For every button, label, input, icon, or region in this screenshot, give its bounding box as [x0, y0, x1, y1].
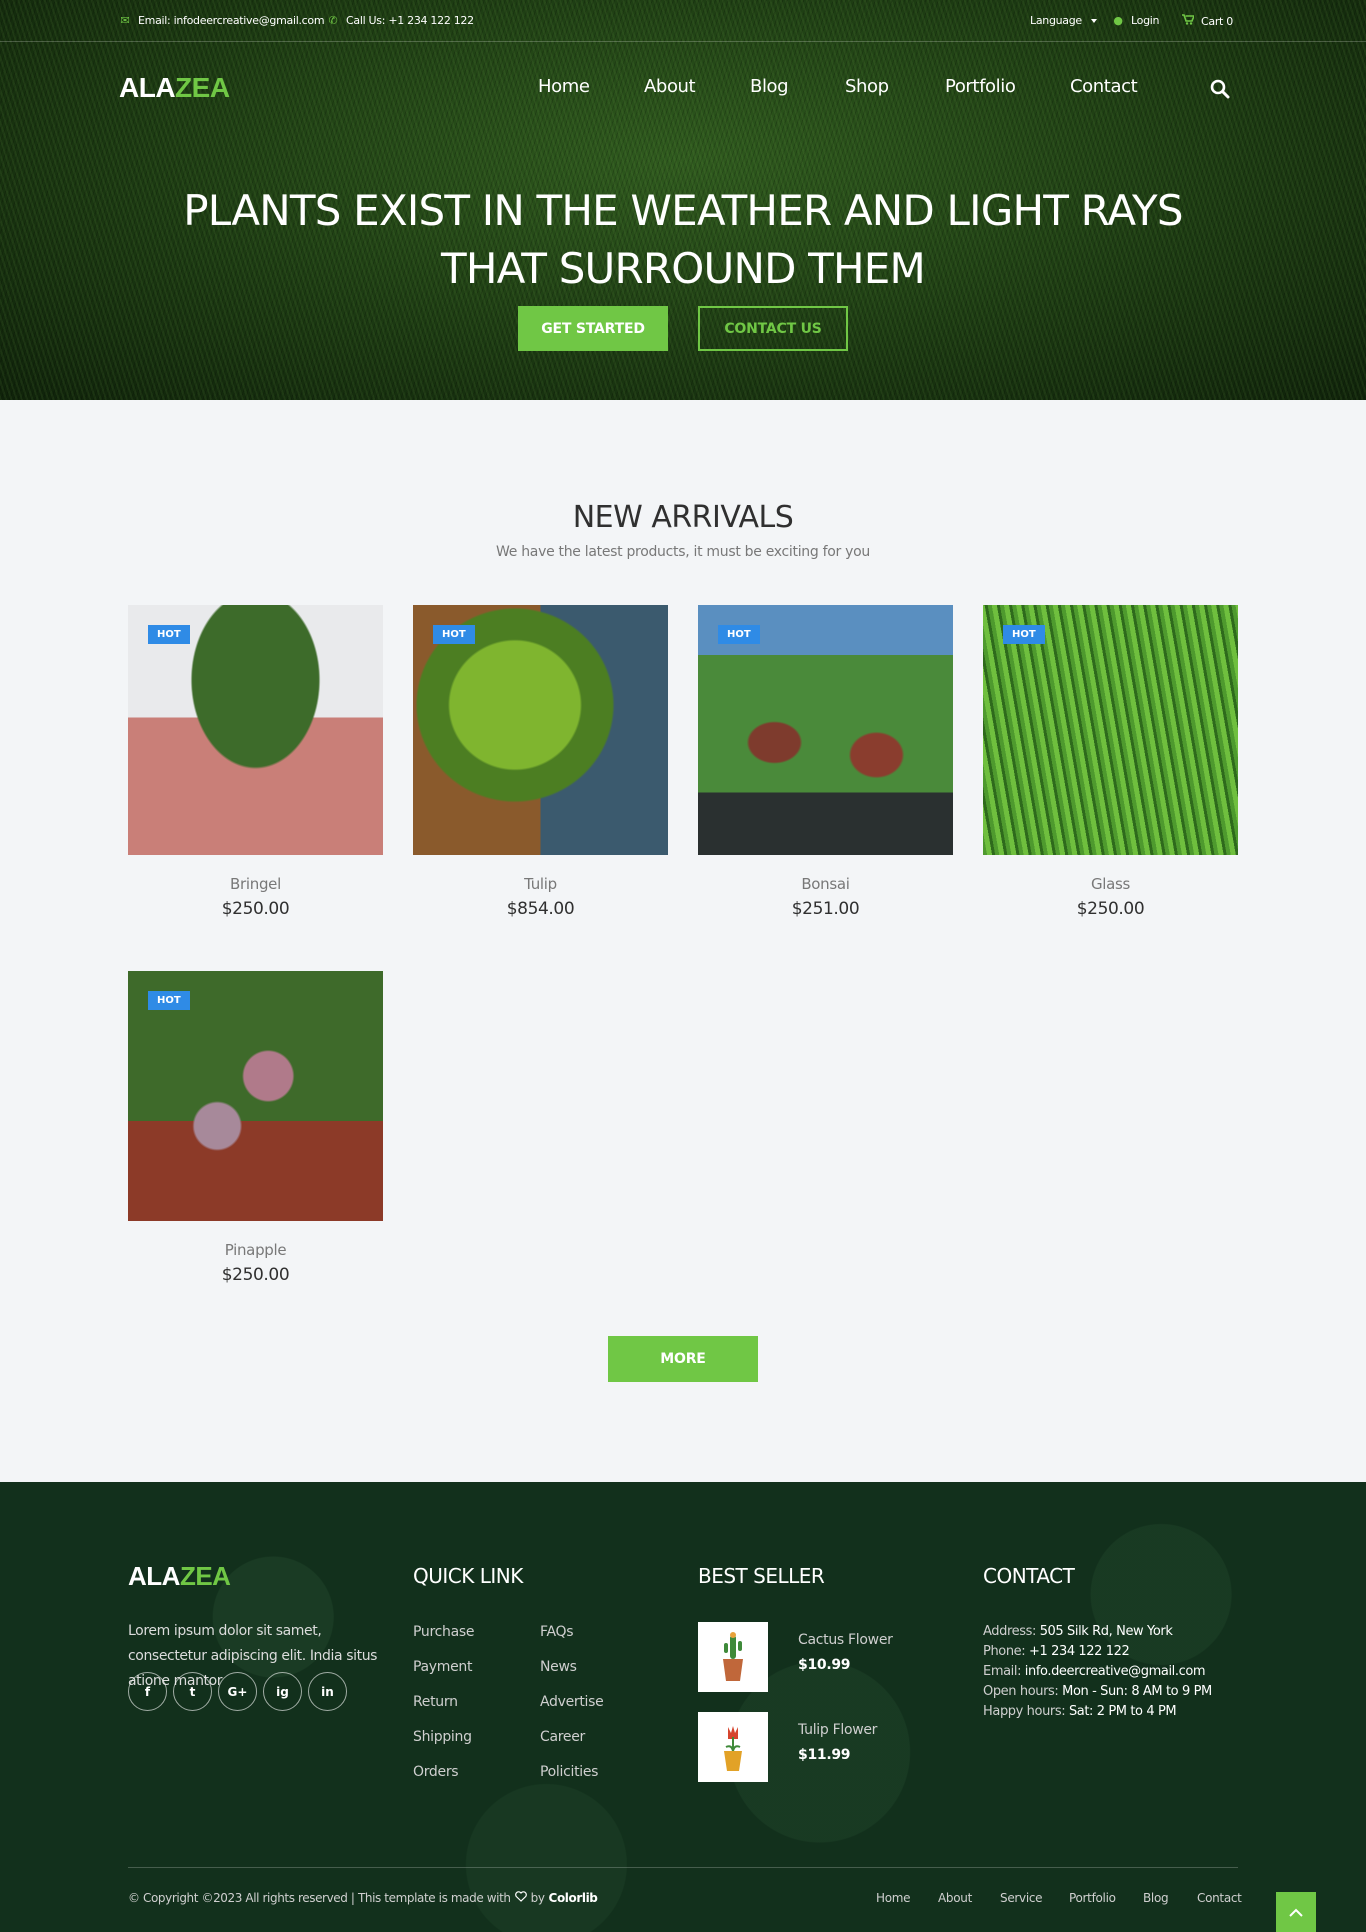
contact-us-button[interactable]: CONTACT US: [698, 306, 848, 351]
quick-link-policities[interactable]: Policities: [540, 1764, 598, 1780]
top-email[interactable]: ✉ Email: infodeercreative@gmail.com: [119, 14, 325, 27]
product-price: $250.00: [221, 899, 290, 919]
nav-about[interactable]: About: [644, 76, 696, 97]
hero-title: PLANTS EXIST IN THE WEATHER AND LIGHT RA…: [183, 186, 1183, 293]
hot-badge: HOT: [148, 991, 190, 1010]
envelope-icon: ✉: [120, 14, 130, 27]
product-card[interactable]: HOT Tulip $854.00: [413, 605, 668, 919]
footer: ALAZEA Lorem ipsum dolor sit samet, cons…: [0, 1482, 1366, 1932]
nav-portfolio[interactable]: Portfolio: [945, 76, 1016, 97]
product-name[interactable]: Tulip: [413, 875, 668, 893]
footer-logo[interactable]: ALAZEA: [128, 1561, 231, 1592]
get-started-button[interactable]: GET STARTED: [518, 306, 668, 351]
quick-link-title: QUICK LINK: [413, 1564, 523, 1588]
product-name[interactable]: Bonsai: [698, 875, 953, 893]
product-image[interactable]: HOT: [983, 605, 1238, 855]
cart-link[interactable]: Cart 0: [1182, 14, 1233, 28]
contact-open-hours: Open hours: Mon - Sun: 8 AM to 9 PM: [983, 1684, 1212, 1699]
hot-badge: HOT: [1003, 625, 1045, 644]
best-seller-image[interactable]: [698, 1712, 768, 1782]
google-plus-icon[interactable]: G+: [218, 1672, 257, 1711]
footer-nav-portfolio[interactable]: Portfolio: [1069, 1891, 1116, 1905]
top-bar: ✉ Email: infodeercreative@gmail.com ✆ Ca…: [0, 0, 1366, 42]
chevron-up-icon: [1289, 1908, 1303, 1917]
footer-divider: [128, 1867, 1238, 1868]
product-name[interactable]: Glass: [983, 875, 1238, 893]
instagram-icon[interactable]: ig: [263, 1672, 302, 1711]
nav-blog[interactable]: Blog: [750, 76, 789, 97]
social-links: f t G+ ig in: [128, 1672, 347, 1711]
product-price: $250.00: [1076, 899, 1145, 919]
contact-email: Email: info.deercreative@gmail.com: [983, 1664, 1206, 1679]
caret-down-icon: [1090, 18, 1097, 23]
product-price: $251.00: [791, 899, 860, 919]
product-card[interactable]: HOT Bringel $250.00: [128, 605, 383, 919]
section-subtitle: We have the latest products, it must be …: [496, 544, 870, 560]
footer-nav-blog[interactable]: Blog: [1143, 1891, 1169, 1905]
copyright: © Copyright ©2023 All rights reserved | …: [128, 1891, 598, 1905]
best-seller-price: $10.99: [798, 1657, 851, 1673]
quick-link-orders[interactable]: Orders: [413, 1764, 459, 1780]
section-title: NEW ARRIVALS: [572, 500, 794, 535]
product-image[interactable]: HOT: [413, 605, 668, 855]
quick-link-news[interactable]: News: [540, 1659, 577, 1675]
product-price: $250.00: [221, 1265, 290, 1285]
contact-happy-hours: Happy hours: Sat: 2 PM to 4 PM: [983, 1704, 1177, 1719]
main-nav: Home About Blog Shop Portfolio Contact: [0, 76, 1366, 104]
cactus-pot-icon: [723, 1632, 743, 1681]
contact-title: CONTACT: [983, 1564, 1075, 1588]
phone-icon: ✆: [328, 14, 338, 27]
product-image[interactable]: HOT: [698, 605, 953, 855]
more-button[interactable]: MORE: [608, 1336, 758, 1382]
footer-nav-home[interactable]: Home: [876, 1891, 911, 1905]
cart-icon: [1182, 14, 1196, 28]
language-dropdown[interactable]: Language: [1030, 14, 1097, 27]
top-phone[interactable]: ✆ Call Us: +1 234 122 122: [327, 14, 475, 27]
contact-phone: Phone: +1 234 122 122: [983, 1644, 1130, 1659]
heart-icon: [514, 1891, 527, 1905]
quick-link-purchase[interactable]: Purchase: [413, 1624, 474, 1640]
nav-contact[interactable]: Contact: [1070, 76, 1138, 97]
linkedin-icon[interactable]: in: [308, 1672, 347, 1711]
best-seller-price: $11.99: [798, 1747, 851, 1763]
scroll-to-top-button[interactable]: [1276, 1892, 1316, 1932]
quick-link-faqs[interactable]: FAQs: [540, 1624, 574, 1640]
quick-link-shipping[interactable]: Shipping: [413, 1729, 472, 1745]
product-name[interactable]: Pinapple: [128, 1241, 383, 1259]
best-seller-name[interactable]: Cactus Flower: [798, 1632, 893, 1648]
nav-home[interactable]: Home: [538, 76, 590, 97]
contact-address: Address: 505 Silk Rd, New York: [983, 1624, 1173, 1639]
colorlib-link[interactable]: Colorlib: [549, 1891, 598, 1905]
hot-badge: HOT: [148, 625, 190, 644]
footer-nav-about[interactable]: About: [938, 1891, 972, 1905]
product-image[interactable]: HOT: [128, 971, 383, 1221]
product-image[interactable]: HOT: [128, 605, 383, 855]
product-card[interactable]: HOT Pinapple $250.00: [128, 971, 383, 1285]
best-seller-title: BEST SELLER: [698, 1564, 825, 1588]
best-seller-name[interactable]: Tulip Flower: [798, 1722, 877, 1738]
best-seller-image[interactable]: [698, 1622, 768, 1692]
search-icon[interactable]: [1210, 79, 1230, 99]
user-icon: ●: [1113, 14, 1123, 27]
facebook-icon[interactable]: f: [128, 1672, 167, 1711]
product-name[interactable]: Bringel: [128, 875, 383, 893]
footer-nav-service[interactable]: Service: [1000, 1891, 1043, 1905]
product-card[interactable]: HOT Glass $250.00: [983, 605, 1238, 919]
login-link[interactable]: ● Login: [1112, 14, 1159, 27]
product-card[interactable]: HOT Bonsai $251.00: [698, 605, 953, 919]
hot-badge: HOT: [718, 625, 760, 644]
tulip-pot-icon: [724, 1726, 742, 1771]
quick-link-payment[interactable]: Payment: [413, 1659, 473, 1675]
hero-section: ✉ Email: infodeercreative@gmail.com ✆ Ca…: [0, 0, 1366, 400]
quick-link-advertise[interactable]: Advertise: [540, 1694, 604, 1710]
quick-link-career[interactable]: Career: [540, 1729, 585, 1745]
nav-shop[interactable]: Shop: [845, 76, 889, 97]
quick-link-return[interactable]: Return: [413, 1694, 458, 1710]
twitter-icon[interactable]: t: [173, 1672, 212, 1711]
hot-badge: HOT: [433, 625, 475, 644]
product-price: $854.00: [506, 899, 575, 919]
footer-nav-contact[interactable]: Contact: [1197, 1891, 1242, 1905]
